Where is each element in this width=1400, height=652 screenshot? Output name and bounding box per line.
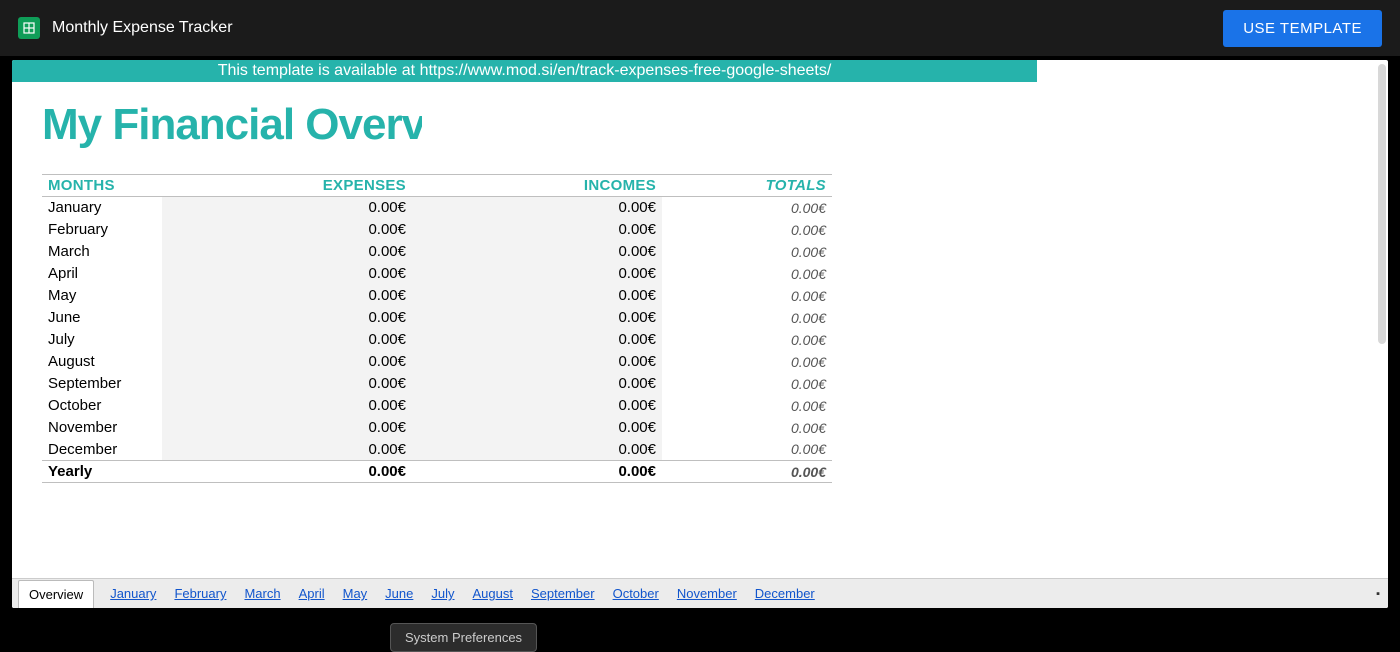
cell-month[interactable]: April — [42, 263, 162, 285]
system-preferences-button[interactable]: System Preferences — [390, 623, 537, 652]
cell-expense[interactable]: 0.00€ — [162, 263, 412, 285]
col-header-totals: TOTALS — [662, 175, 832, 197]
cell-expense[interactable]: 0.00€ — [162, 439, 412, 461]
table-row: April0.00€0.00€0.00€ — [42, 263, 832, 285]
cell-yearly-expense[interactable]: 0.00€ — [162, 461, 412, 483]
col-header-incomes: INCOMES — [412, 175, 662, 197]
cell-total[interactable]: 0.00€ — [662, 307, 832, 329]
vertical-scrollbar[interactable] — [1378, 64, 1386, 344]
sheet-tabs-bar: Overview January February March April May June… — [12, 578, 1388, 608]
cell-month[interactable]: December — [42, 439, 162, 461]
cell-expense[interactable]: 0.00€ — [162, 197, 412, 219]
cell-yearly-income[interactable]: 0.00€ — [412, 461, 662, 483]
cell-income[interactable]: 0.00€ — [412, 351, 662, 373]
cell-month[interactable]: July — [42, 329, 162, 351]
cell-expense[interactable]: 0.00€ — [162, 395, 412, 417]
table-row: September0.00€0.00€0.00€ — [42, 373, 832, 395]
table-row: January0.00€0.00€0.00€ — [42, 197, 832, 219]
tabs-menu-icon[interactable]: ▪ — [1376, 588, 1380, 600]
topbar-left: Monthly Expense Tracker — [18, 17, 233, 39]
cell-total[interactable]: 0.00€ — [662, 395, 832, 417]
cell-month[interactable]: March — [42, 241, 162, 263]
sheet-tab-october[interactable]: October — [611, 586, 661, 601]
cell-income[interactable]: 0.00€ — [412, 197, 662, 219]
cell-income[interactable]: 0.00€ — [412, 307, 662, 329]
sheet-tab-overview[interactable]: Overview — [18, 580, 94, 608]
table-row: December0.00€0.00€0.00€ — [42, 439, 832, 461]
cell-expense[interactable]: 0.00€ — [162, 329, 412, 351]
cell-expense[interactable]: 0.00€ — [162, 307, 412, 329]
sheet-tab-september[interactable]: September — [529, 586, 597, 601]
cell-expense[interactable]: 0.00€ — [162, 351, 412, 373]
page-title: My Financial Overview — [42, 100, 422, 150]
col-header-expenses: EXPENSES — [162, 175, 412, 197]
table-row: November0.00€0.00€0.00€ — [42, 417, 832, 439]
cell-income[interactable]: 0.00€ — [412, 241, 662, 263]
cell-income[interactable]: 0.00€ — [412, 373, 662, 395]
sheets-icon — [18, 17, 40, 39]
cell-month[interactable]: January — [42, 197, 162, 219]
sheet-tab-july[interactable]: July — [429, 586, 456, 601]
sheet-content: This template is available at https://ww… — [12, 60, 1388, 578]
cell-yearly-total[interactable]: 0.00€ — [662, 461, 832, 483]
cell-income[interactable]: 0.00€ — [412, 219, 662, 241]
cell-income[interactable]: 0.00€ — [412, 395, 662, 417]
sheet-tab-august[interactable]: August — [471, 586, 515, 601]
sheet-tab-may[interactable]: May — [341, 586, 370, 601]
table-row: March0.00€0.00€0.00€ — [42, 241, 832, 263]
table-row: August0.00€0.00€0.00€ — [42, 351, 832, 373]
cell-total[interactable]: 0.00€ — [662, 263, 832, 285]
cell-total[interactable]: 0.00€ — [662, 219, 832, 241]
sheet-frame: This template is available at https://ww… — [12, 60, 1388, 608]
cell-total[interactable]: 0.00€ — [662, 417, 832, 439]
cell-month[interactable]: February — [42, 219, 162, 241]
cell-income[interactable]: 0.00€ — [412, 417, 662, 439]
table-row: May0.00€0.00€0.00€ — [42, 285, 832, 307]
cell-income[interactable]: 0.00€ — [412, 285, 662, 307]
table-row: October0.00€0.00€0.00€ — [42, 395, 832, 417]
table-row: July0.00€0.00€0.00€ — [42, 329, 832, 351]
cell-month[interactable]: October — [42, 395, 162, 417]
cell-month[interactable]: June — [42, 307, 162, 329]
cell-total[interactable]: 0.00€ — [662, 197, 832, 219]
document-title: Monthly Expense Tracker — [52, 19, 233, 37]
cell-expense[interactable]: 0.00€ — [162, 417, 412, 439]
sheet-tab-february[interactable]: February — [172, 586, 228, 601]
topbar: Monthly Expense Tracker USE TEMPLATE — [0, 0, 1400, 56]
cell-expense[interactable]: 0.00€ — [162, 241, 412, 263]
sheet-tab-april[interactable]: April — [297, 586, 327, 601]
cell-total[interactable]: 0.00€ — [662, 439, 832, 461]
cell-total[interactable]: 0.00€ — [662, 351, 832, 373]
cell-expense[interactable]: 0.00€ — [162, 219, 412, 241]
financial-table: MONTHS EXPENSES INCOMES TOTALS January0.… — [42, 174, 832, 483]
cell-yearly-label[interactable]: Yearly — [42, 461, 162, 483]
cell-expense[interactable]: 0.00€ — [162, 373, 412, 395]
template-banner: This template is available at https://ww… — [12, 60, 1037, 82]
cell-total[interactable]: 0.00€ — [662, 373, 832, 395]
cell-expense[interactable]: 0.00€ — [162, 285, 412, 307]
use-template-button[interactable]: USE TEMPLATE — [1223, 10, 1382, 47]
cell-month[interactable]: May — [42, 285, 162, 307]
cell-month[interactable]: September — [42, 373, 162, 395]
sheet-tab-january[interactable]: January — [108, 586, 158, 601]
cell-month[interactable]: August — [42, 351, 162, 373]
sheet-tab-november[interactable]: November — [675, 586, 739, 601]
cell-total[interactable]: 0.00€ — [662, 285, 832, 307]
sheet-tab-december[interactable]: December — [753, 586, 817, 601]
cell-income[interactable]: 0.00€ — [412, 329, 662, 351]
cell-total[interactable]: 0.00€ — [662, 329, 832, 351]
cell-income[interactable]: 0.00€ — [412, 439, 662, 461]
cell-month[interactable]: November — [42, 417, 162, 439]
cell-total[interactable]: 0.00€ — [662, 241, 832, 263]
col-header-months: MONTHS — [42, 175, 162, 197]
sheet-tab-march[interactable]: March — [242, 586, 282, 601]
table-row: February0.00€0.00€0.00€ — [42, 219, 832, 241]
sheet-tab-june[interactable]: June — [383, 586, 415, 601]
table-row-yearly: Yearly0.00€0.00€0.00€ — [42, 461, 832, 483]
table-row: June0.00€0.00€0.00€ — [42, 307, 832, 329]
cell-income[interactable]: 0.00€ — [412, 263, 662, 285]
